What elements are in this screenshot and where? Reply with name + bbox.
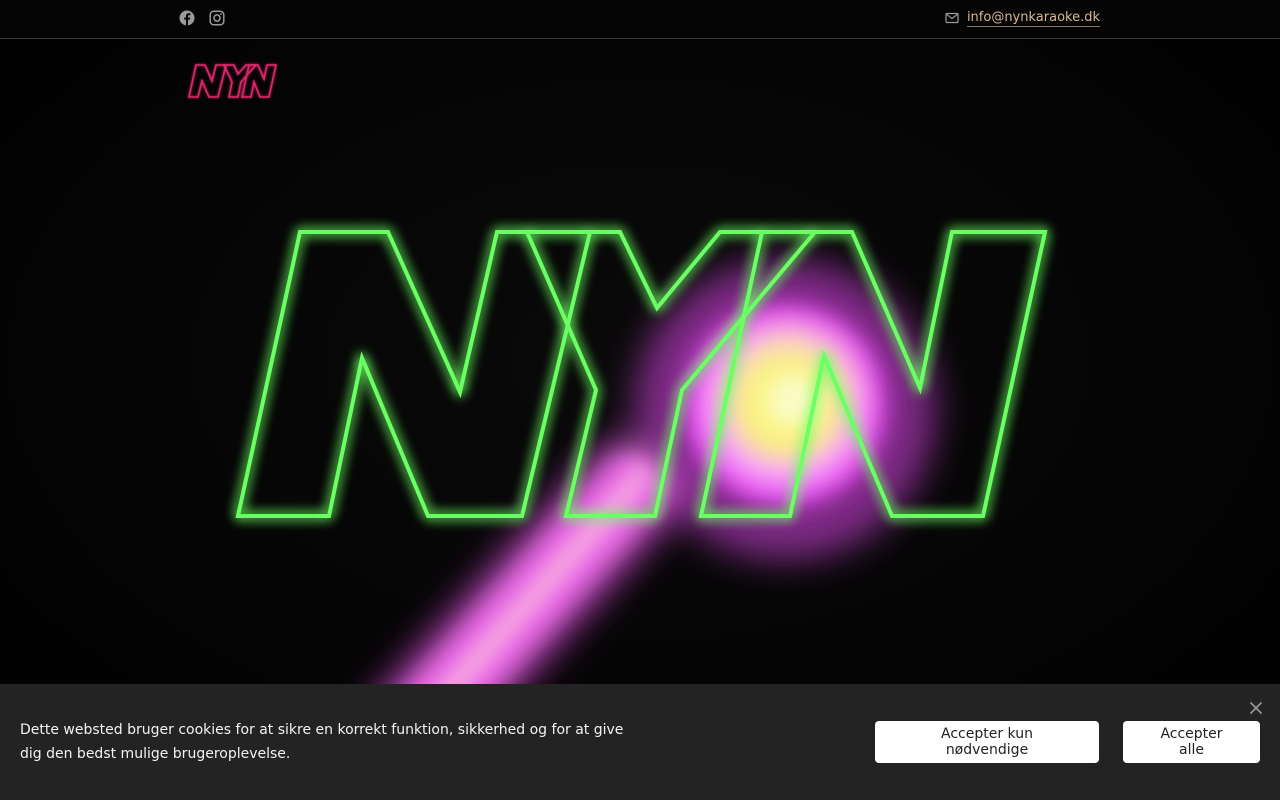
site-logo[interactable] xyxy=(186,62,278,100)
accept-all-button[interactable]: Accepter alle xyxy=(1123,721,1260,763)
social-links xyxy=(179,10,225,26)
close-icon[interactable] xyxy=(1247,699,1265,717)
accept-necessary-button[interactable]: Accepter kun nødvendige xyxy=(875,721,1099,763)
top-bar: info@nynkaraoke.dk xyxy=(0,0,1280,39)
page: info@nynkaraoke.dk Dette websted bruger … xyxy=(0,0,1280,800)
contact-email: info@nynkaraoke.dk xyxy=(945,9,1100,27)
facebook-icon[interactable] xyxy=(179,10,195,26)
mail-icon xyxy=(945,12,959,24)
instagram-icon[interactable] xyxy=(209,10,225,26)
cookie-message: Dette websted bruger cookies for at sikr… xyxy=(20,722,624,762)
cookie-banner: Dette websted bruger cookies for at sikr… xyxy=(0,684,1280,800)
email-link[interactable]: info@nynkaraoke.dk xyxy=(966,9,1100,27)
